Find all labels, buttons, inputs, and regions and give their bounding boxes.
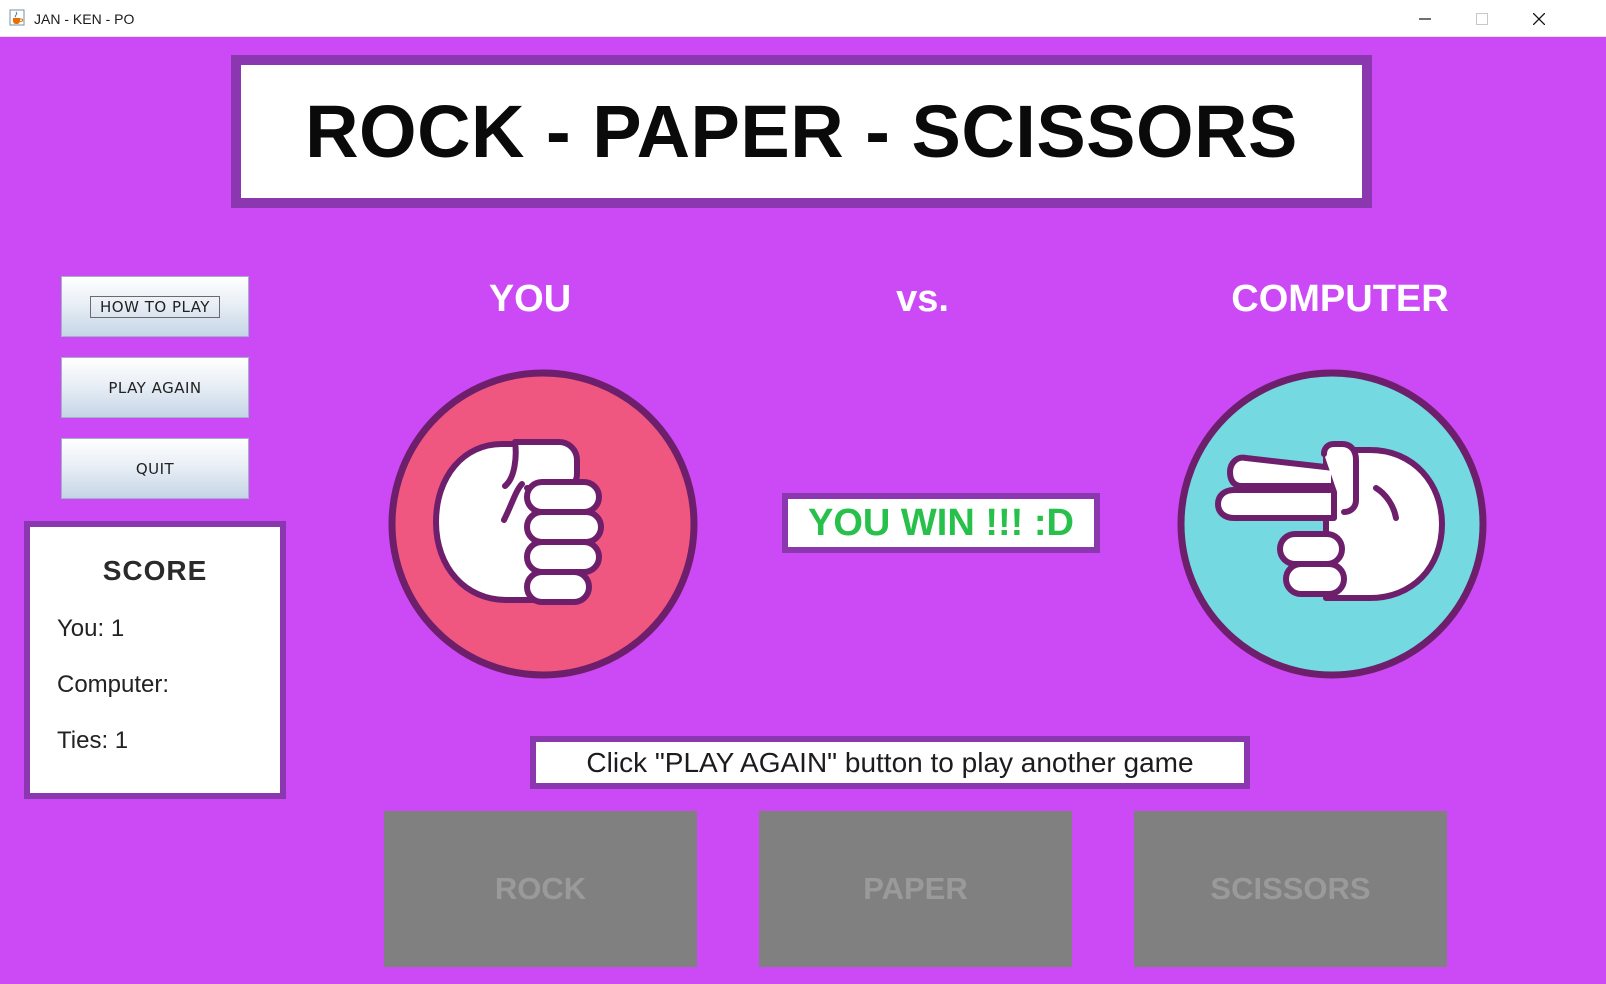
how-to-play-label: HOW TO PLAY — [90, 295, 220, 318]
score-computer: Computer: — [57, 671, 170, 698]
java-cup-icon — [9, 9, 25, 26]
message-panel: Click "PLAY AGAIN" button to play anothe… — [530, 736, 1250, 789]
paper-button-label: PAPER — [863, 871, 968, 906]
score-you: You: 1 — [57, 615, 125, 642]
maximize-icon — [1476, 12, 1488, 25]
score-panel: SCORE You: 1 Computer: Ties: 1 — [24, 521, 286, 799]
quit-label: QUIT — [135, 459, 175, 478]
rock-fist-icon — [388, 369, 698, 679]
scissors-hand-icon — [1177, 369, 1487, 679]
quit-button[interactable]: QUIT — [61, 438, 249, 499]
scissors-button-label: SCISSORS — [1210, 871, 1371, 906]
vs-label: vs. — [896, 278, 949, 320]
result-text: YOU WIN !!! :D — [808, 501, 1074, 544]
scissors-button[interactable]: SCISSORS — [1134, 811, 1447, 967]
play-again-button[interactable]: PLAY AGAIN — [61, 357, 249, 418]
message-text: Click "PLAY AGAIN" button to play anothe… — [586, 746, 1194, 778]
minimize-button[interactable] — [1396, 0, 1454, 37]
header-panel: ROCK - PAPER - SCISSORS — [231, 55, 1372, 208]
rock-button-label: ROCK — [494, 871, 587, 906]
maximize-button[interactable] — [1453, 0, 1511, 37]
you-label: YOU — [488, 278, 572, 320]
window-title: JAN - KEN - PO — [34, 11, 135, 27]
how-to-play-button[interactable]: HOW TO PLAY — [61, 276, 249, 337]
computer-label: COMPUTER — [1231, 278, 1449, 320]
score-ties: Ties: 1 — [57, 727, 129, 754]
close-icon — [1533, 12, 1545, 25]
score-title: SCORE — [102, 555, 208, 586]
paper-button[interactable]: PAPER — [759, 811, 1072, 967]
close-button[interactable] — [1510, 0, 1568, 37]
window-titlebar: JAN - KEN - PO — [0, 0, 1606, 37]
minimize-icon — [1419, 17, 1431, 20]
result-panel: YOU WIN !!! :D — [782, 493, 1100, 553]
game-title: ROCK - PAPER - SCISSORS — [305, 90, 1298, 173]
play-again-label: PLAY AGAIN — [108, 378, 202, 397]
rock-button[interactable]: ROCK — [384, 811, 697, 967]
